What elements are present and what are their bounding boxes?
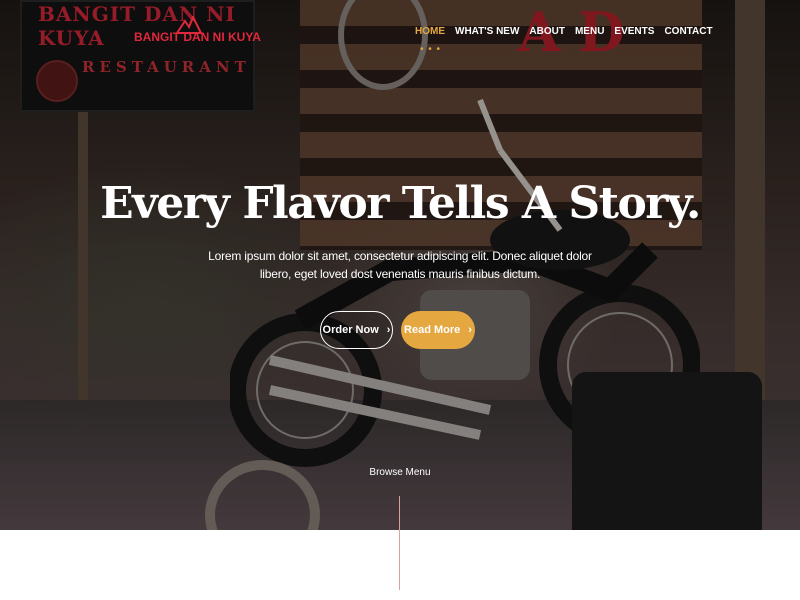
nav-item-whats-new[interactable]: WHAT'S NEW (450, 24, 524, 40)
hero-headline: Every Flavor Tells A Story. (100, 178, 701, 229)
hero-subtext: Lorem ipsum dolor sit amet, consectetur … (208, 249, 592, 281)
order-now-button[interactable]: Order Now › (320, 311, 393, 349)
chevron-right-icon: › (386, 324, 391, 336)
nav-item-events[interactable]: EVENTS (609, 24, 659, 40)
read-more-button[interactable]: Read More › (401, 311, 475, 349)
chevron-right-icon: › (468, 324, 472, 336)
nav-item-home[interactable]: HOME (410, 24, 450, 40)
scroll-indicator-line (399, 496, 400, 590)
main-navigation: HOME WHAT'S NEW ABOUT MENU EVENTS CONTAC… (410, 24, 718, 40)
mountain-logo-icon (176, 16, 202, 34)
hero-section: BANGIT DAN NI KUYA RESTAURANT AD BANGIT … (0, 0, 800, 530)
nav-item-about[interactable]: ABOUT (524, 24, 570, 40)
browse-menu-link[interactable]: Browse Menu (0, 467, 800, 478)
order-now-label: Order Now (322, 324, 379, 336)
active-nav-indicator: • • • (420, 44, 442, 55)
nav-item-contact[interactable]: CONTACT (659, 24, 717, 40)
nav-item-menu[interactable]: MENU (570, 24, 609, 40)
read-more-label: Read More (404, 324, 461, 336)
